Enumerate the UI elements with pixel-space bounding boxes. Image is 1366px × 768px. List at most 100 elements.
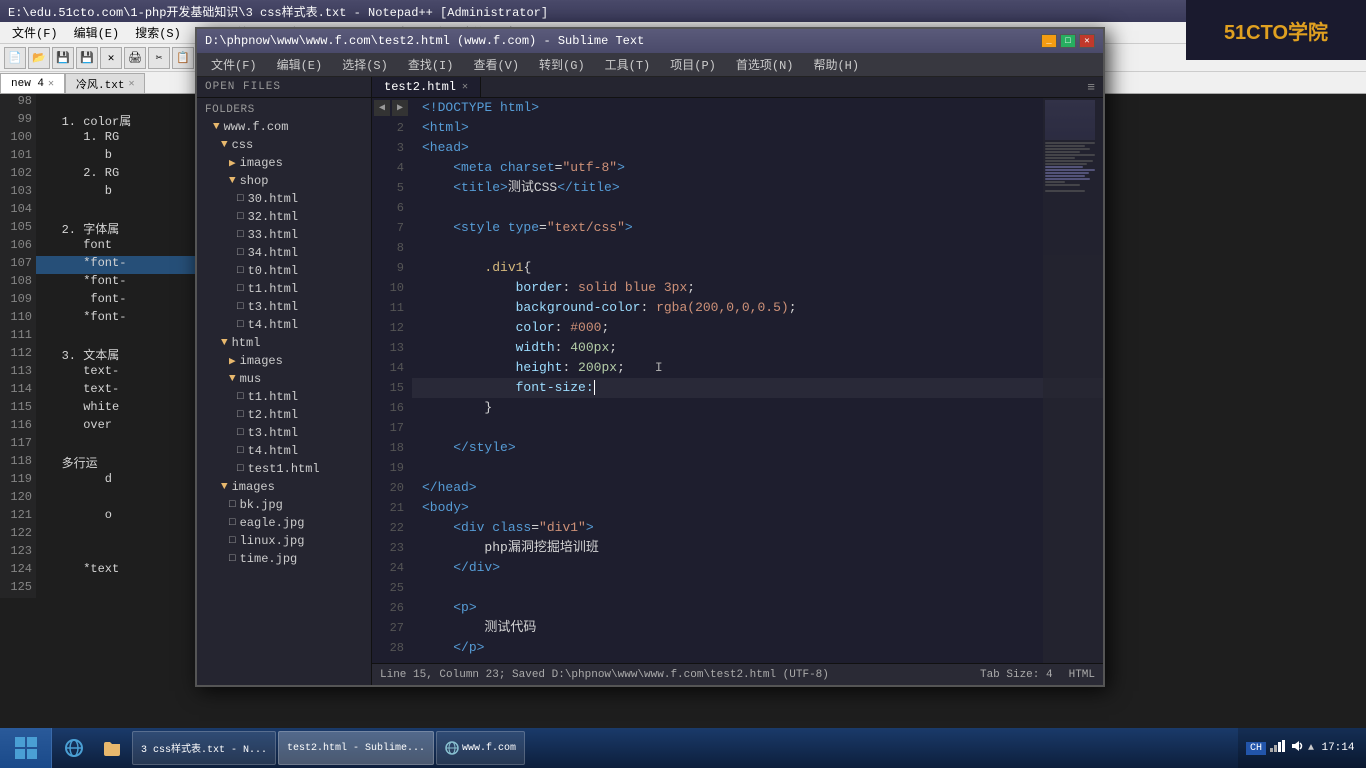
- npp-tab2-close[interactable]: ✕: [128, 78, 134, 90]
- taskbar-folder-icon[interactable]: [94, 731, 130, 765]
- sidebar-file-33html[interactable]: □ 33.html: [197, 226, 371, 244]
- save-all-btn[interactable]: 💾: [76, 47, 98, 69]
- sublime-tab-menu[interactable]: ≡: [1079, 77, 1103, 97]
- sublime-minimize-btn[interactable]: _: [1041, 34, 1057, 48]
- sublime-menu-find[interactable]: 查找(I): [398, 54, 464, 75]
- sidebar-folder-html[interactable]: ▼ html: [197, 334, 371, 352]
- npp-line-99: 99 1. color属: [0, 112, 195, 130]
- copy-btn[interactable]: 📋: [172, 47, 194, 69]
- sidebar-file-34html[interactable]: □ 34.html: [197, 244, 371, 262]
- tray-sound-icon[interactable]: [1290, 739, 1304, 757]
- menu-search[interactable]: 搜索(S): [127, 22, 189, 43]
- npp-line-120: 120: [0, 490, 195, 508]
- new-btn[interactable]: 📄: [4, 47, 26, 69]
- npp-tab-lengfeng[interactable]: 冷风.txt ✕: [65, 73, 145, 93]
- sublime-close-btn[interactable]: ✕: [1079, 34, 1095, 48]
- linecode-16: }: [412, 398, 1103, 418]
- sidebar-mus-label: mus: [240, 372, 262, 386]
- menu-edit[interactable]: 编辑(E): [66, 22, 128, 43]
- sidebar-folder-images3[interactable]: ▼ images: [197, 478, 371, 496]
- sidebar-file-t4html2[interactable]: □ t4.html: [197, 442, 371, 460]
- sublime-code-editor[interactable]: ◀ ▶ 1 <!DOCTYPE html> 2 <html>: [372, 98, 1103, 685]
- code-line-21: 21 <body>: [372, 498, 1103, 518]
- sublime-maximize-btn[interactable]: □: [1060, 34, 1076, 48]
- linecode-26: <p>: [412, 598, 1103, 618]
- sidebar-folder-wwwfcom[interactable]: ▼ www.f.com: [197, 118, 371, 136]
- print-btn[interactable]: 🖨: [124, 47, 146, 69]
- code-line-1: 1 <!DOCTYPE html>: [372, 98, 1103, 118]
- linecode-4: <meta charset="utf-8">: [412, 158, 1103, 178]
- npp-tab-close[interactable]: ✕: [48, 78, 54, 90]
- code-scroll-area[interactable]: 1 <!DOCTYPE html> 2 <html> 3 <head>: [372, 98, 1103, 663]
- sublime-menu-file[interactable]: 文件(F): [201, 54, 267, 75]
- sublime-menu-help[interactable]: 帮助(H): [803, 54, 869, 75]
- sublime-tab-container: OPEN FILES test2.html ✕ ≡: [197, 77, 1103, 98]
- sublime-menu-view[interactable]: 查看(V): [463, 54, 529, 75]
- npp-line-124: 124 *text: [0, 562, 195, 580]
- tray-clock: 17:14: [1318, 742, 1358, 754]
- sidebar-file-t4html[interactable]: □ t4.html: [197, 316, 371, 334]
- start-button[interactable]: [0, 728, 52, 768]
- sidebar-file-32html[interactable]: □ 32.html: [197, 208, 371, 226]
- code-line-18: 18 </style>: [372, 438, 1103, 458]
- sidebar-file-t3html2[interactable]: □ t3.html: [197, 424, 371, 442]
- sidebar-folder-mus[interactable]: ▼ mus: [197, 370, 371, 388]
- sidebar-file-t2html[interactable]: □ t2.html: [197, 406, 371, 424]
- back-arrow[interactable]: ◀: [374, 100, 390, 116]
- nav-arrows: ◀ ▶: [372, 98, 410, 118]
- sublime-menu-goto[interactable]: 转到(G): [529, 54, 595, 75]
- sidebar-folder-images2[interactable]: ▶ images: [197, 352, 371, 370]
- taskbar-browser-item[interactable]: www.f.com: [436, 731, 525, 765]
- code-content: 1 <!DOCTYPE html> 2 <html> 3 <head>: [372, 98, 1103, 658]
- sidebar-file-t0html[interactable]: □ t0.html: [197, 262, 371, 280]
- sublime-menu-tools[interactable]: 工具(T): [595, 54, 661, 75]
- linux-icon: □: [229, 535, 236, 547]
- sidebar-file-linuxjpg[interactable]: □ linux.jpg: [197, 532, 371, 550]
- taskbar-notepadpp-item[interactable]: 3 css样式表.txt - N...: [132, 731, 276, 765]
- tray-more-icon[interactable]: ▲: [1308, 743, 1314, 754]
- sidebar-folder-images1[interactable]: ▶ images: [197, 154, 371, 172]
- linenum-15: 15: [372, 378, 412, 398]
- filet0-icon: □: [237, 265, 244, 277]
- forward-arrow[interactable]: ▶: [392, 100, 408, 116]
- sublime-tab-close-btn[interactable]: ✕: [462, 81, 468, 93]
- sidebar-folder-css[interactable]: ▼ css: [197, 136, 371, 154]
- npp-tab-new4[interactable]: new 4 ✕: [0, 73, 65, 93]
- tray-lang-icon[interactable]: CH: [1246, 742, 1266, 755]
- sublime-menu-edit[interactable]: 编辑(E): [267, 54, 333, 75]
- taskbar-sublime-item[interactable]: test2.html - Sublime...: [278, 731, 434, 765]
- tray-network-icon[interactable]: [1270, 740, 1286, 756]
- sidebar-file-test1html[interactable]: □ test1.html: [197, 460, 371, 478]
- linecode-2: <html>: [412, 118, 1103, 138]
- sidebar-folder-shop[interactable]: ▼ shop: [197, 172, 371, 190]
- linenum-28: 28: [372, 638, 412, 658]
- sublime-window: D:\phpnow\www\www.f.com\test2.html (www.…: [195, 27, 1105, 687]
- filet2-icon: □: [237, 409, 244, 421]
- save-btn[interactable]: 💾: [52, 47, 74, 69]
- sublime-menu-project[interactable]: 项目(P): [660, 54, 726, 75]
- sidebar-file-eaglejpg[interactable]: □ eagle.jpg: [197, 514, 371, 532]
- linecode-14: height: 200px;I: [412, 358, 1103, 378]
- minimap[interactable]: [1043, 98, 1103, 663]
- sidebar-file-t1html[interactable]: □ t1.html: [197, 280, 371, 298]
- sublime-menu-preferences[interactable]: 首选项(N): [726, 54, 804, 75]
- cut-btn[interactable]: ✂: [148, 47, 170, 69]
- npp-line-123: 123: [0, 544, 195, 562]
- close-btn2[interactable]: ✕: [100, 47, 122, 69]
- sidebar-file-t1html2[interactable]: □ t1.html: [197, 388, 371, 406]
- filet4-icon: □: [237, 319, 244, 331]
- sublime-sidebar: FOLDERS ▼ www.f.com ▼ css ▶ images ▼ sho…: [197, 98, 372, 685]
- sidebar-file-bkjpg[interactable]: □ bk.jpg: [197, 496, 371, 514]
- sidebar-file-timejpg[interactable]: □ time.jpg: [197, 550, 371, 568]
- open-btn[interactable]: 📂: [28, 47, 50, 69]
- taskbar-ie-icon[interactable]: [56, 731, 92, 765]
- sidebar-file-t3html[interactable]: □ t3.html: [197, 298, 371, 316]
- sublime-tab-test2[interactable]: test2.html ✕: [372, 77, 481, 97]
- menu-file[interactable]: 文件(F): [4, 22, 66, 43]
- sidebar-file-30html[interactable]: □ 30.html: [197, 190, 371, 208]
- sublime-menu-select[interactable]: 选择(S): [332, 54, 398, 75]
- cto-logo: 51CTO学院: [1186, 0, 1366, 60]
- filet3-icon: □: [237, 301, 244, 313]
- file-t1html2: t1.html: [248, 390, 298, 404]
- time-icon: □: [229, 553, 236, 565]
